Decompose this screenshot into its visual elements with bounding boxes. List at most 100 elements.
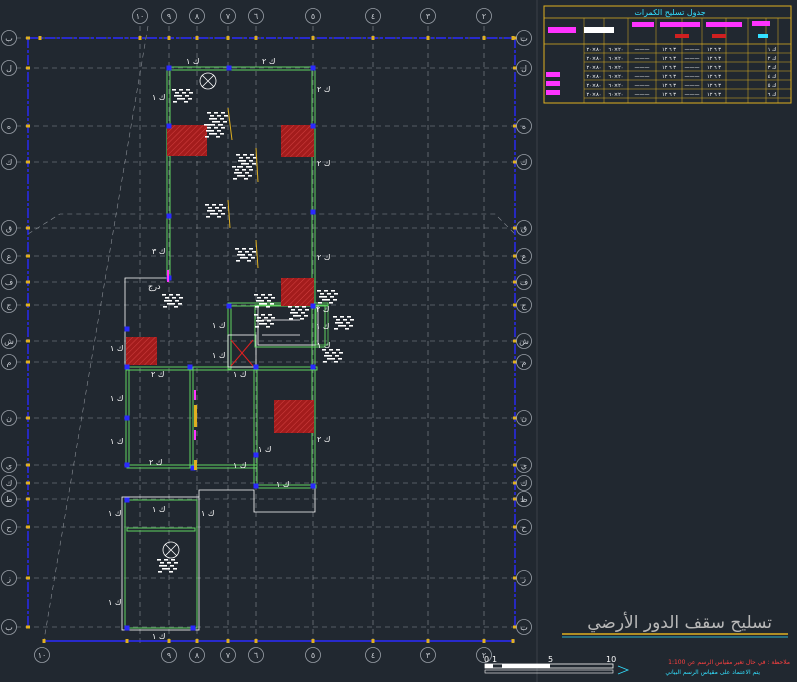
table-cell: ك ٣ [768, 65, 776, 71]
beam-label: ك ٢ [317, 253, 330, 262]
svg-text:ه: ه [522, 122, 526, 131]
svg-text:٦: ٦ [254, 651, 258, 660]
beam-label: ك ٢ [317, 85, 330, 94]
table-cell: ——— [685, 92, 700, 98]
table-cell: ٣ ٦ ١٢ [707, 74, 721, 80]
svg-text:ش: ش [4, 337, 14, 346]
column [274, 400, 314, 433]
svg-text:ك: ك [6, 158, 13, 167]
table-cell: ٣ ٦ ١٢ [662, 74, 676, 80]
table-cell: ٣ ٦ ١٢ [707, 47, 721, 53]
table-title: جدول تسليح الكمرات [634, 8, 705, 17]
beam-label: ك ٢ [317, 159, 330, 168]
svg-text:ل: ل [6, 64, 12, 73]
beam-label: ك ٣ [152, 247, 165, 256]
table-cell: ٣ ٦ ١٢ [707, 56, 721, 62]
beam-label: ك ١ [152, 505, 165, 514]
yellow-marker [194, 460, 197, 470]
beam-label: ك ١ [258, 445, 271, 454]
svg-text:ك: ك [521, 479, 528, 488]
table-cell: ٢٠×٦٠ [609, 83, 624, 89]
table-cell: ٨٠×٢٠ [587, 47, 602, 53]
svg-text:١٠: ١٠ [38, 651, 47, 660]
table-cell: ——— [685, 65, 700, 71]
table-cell: ٨٠×٢٠ [587, 74, 602, 80]
svg-text:ج: ج [6, 301, 12, 310]
beam-label: ك ١ [316, 322, 329, 331]
table-cell: ——— [685, 83, 700, 89]
table-cell: ٨٠×٢٠ [587, 65, 602, 71]
svg-text:ش: ش [519, 337, 529, 346]
svg-text:٧: ٧ [226, 12, 231, 21]
svg-text:ف: ف [520, 278, 528, 287]
beam-label: ك ٢ [316, 305, 329, 314]
table-cell: ٣ ٦ ١٢ [662, 83, 676, 89]
svg-text:ز: ز [521, 574, 526, 583]
table-cell: ٢٠×٦٠ [609, 65, 624, 71]
svg-text:ع: ع [7, 252, 12, 261]
svg-text:ط: ط [5, 495, 12, 504]
svg-text:ن: ن [521, 414, 527, 423]
svg-text:٣: ٣ [426, 12, 431, 21]
scale-note: يتم الاعتماد على مقياس الرسم البياني [665, 669, 760, 676]
table-cell: ٣ ٦ ١٢ [707, 83, 721, 89]
svg-text:ي: ي [521, 461, 527, 470]
table-cell: ٣ ٦ ١٢ [707, 92, 721, 98]
table-cell: ٣ ٦ ١٢ [707, 65, 721, 71]
svg-text:ح: ح [6, 523, 12, 532]
structural-drawing: ك ١ ك ٢ ك ١ ك ٢ ك ٢ ك ٣ ك ٢ ك ١ ك ١ ك ٢ … [0, 0, 797, 682]
beam-label: ك ٢ [317, 435, 330, 444]
room-label: درج [148, 282, 161, 291]
table-cell: ——— [635, 56, 650, 62]
column [281, 125, 314, 157]
svg-text:ج: ج [521, 301, 527, 310]
beam-label: ك ١ [110, 437, 123, 446]
scale-tick: 0 [484, 655, 489, 664]
beam-label: ك ١ [233, 370, 246, 379]
beam-label: ك ١ [201, 509, 214, 518]
svg-text:ي: ي [6, 461, 12, 470]
table-cell: ٢٠×٦٠ [609, 92, 624, 98]
scale-tick: 5 [548, 655, 553, 664]
svg-text:٤: ٤ [371, 651, 375, 660]
table-cell: ك ٦ [768, 92, 776, 98]
beam-label: ك ١ [212, 351, 225, 360]
table-cell: ٨٠×٢٠ [587, 83, 602, 89]
column [281, 278, 314, 306]
table-cell: ٢٠×٦٠ [609, 47, 624, 53]
svg-text:٨: ٨ [195, 651, 200, 660]
scale-note: ملاحظة : في حال تغير مقياس الرسم عن 1:10… [668, 659, 790, 666]
table-cell: ٨٠×٢٠ [587, 56, 602, 62]
svg-text:ف: ف [5, 278, 13, 287]
beam-label: ك ١ [186, 57, 199, 66]
beam-label: ك ١ [152, 632, 165, 641]
table-cell: ——— [685, 56, 700, 62]
svg-text:م: م [522, 358, 527, 367]
column [167, 125, 207, 156]
svg-text:ق: ق [6, 224, 12, 233]
table-cell: ٢٠×٦٠ [609, 56, 624, 62]
table-cell: ٣ ٦ ١٢ [662, 65, 676, 71]
beam-label: ك ٢ [151, 370, 164, 379]
svg-text:م: م [7, 358, 12, 367]
table-cell: ——— [635, 83, 650, 89]
svg-text:٩: ٩ [167, 651, 171, 660]
svg-text:٥: ٥ [311, 12, 315, 21]
scale-tick: 1 [492, 655, 497, 664]
table-cell: ——— [635, 65, 650, 71]
beam-label: ك ١ [110, 394, 123, 403]
beam-label: ك ١ [276, 480, 289, 489]
svg-text:٤: ٤ [371, 12, 375, 21]
svg-text:ق: ق [521, 224, 527, 233]
table-cell: ك ٥ [768, 83, 776, 89]
beam-label: ك ١ [108, 509, 121, 518]
beam-label: ك ١ [317, 341, 330, 350]
svg-text:ن: ن [6, 414, 12, 423]
svg-text:٨: ٨ [195, 12, 200, 21]
svg-text:٥: ٥ [311, 651, 315, 660]
table-cell: ——— [635, 47, 650, 53]
table-cell: ٨٠×٢٠ [587, 92, 602, 98]
beam-label: ك ١ [110, 344, 123, 353]
yellow-marker [194, 405, 197, 427]
table-cell: ——— [635, 92, 650, 98]
